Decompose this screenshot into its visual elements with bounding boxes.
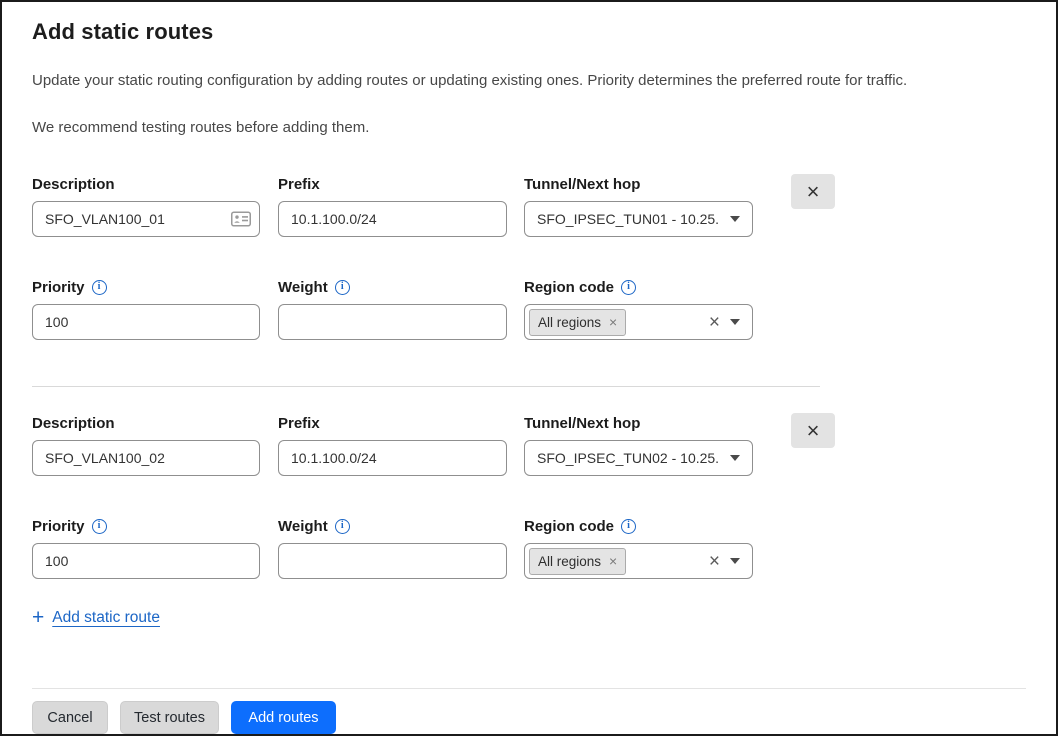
chip-close-icon[interactable]: × bbox=[609, 315, 617, 329]
cancel-button[interactable]: Cancel bbox=[32, 701, 108, 734]
tunnel-field-1: Tunnel/Next hop SFO_IPSEC_TUN01 - 10.25.… bbox=[524, 174, 753, 237]
priority-input[interactable] bbox=[32, 543, 260, 579]
info-icon[interactable]: i bbox=[621, 519, 636, 534]
info-icon[interactable]: i bbox=[335, 519, 350, 534]
weight-field-2: Weight i bbox=[278, 516, 507, 579]
region-label: Region code bbox=[524, 518, 614, 535]
priority-field-1: Priority i bbox=[32, 277, 260, 340]
weight-input[interactable] bbox=[278, 304, 507, 340]
contact-card-icon bbox=[231, 212, 251, 227]
tunnel-field-2: Tunnel/Next hop SFO_IPSEC_TUN02 - 10.25.… bbox=[524, 413, 753, 476]
add-routes-button[interactable]: Add routes bbox=[231, 701, 336, 734]
prefix-input[interactable] bbox=[278, 201, 507, 237]
priority-input[interactable] bbox=[32, 304, 260, 340]
priority-label: Priority bbox=[32, 279, 85, 296]
clear-selection-icon[interactable]: × bbox=[709, 552, 720, 571]
route-divider bbox=[32, 386, 820, 387]
region-field-2: Region code i All regions × × bbox=[524, 516, 753, 579]
tunnel-select[interactable]: SFO_IPSEC_TUN02 - 10.25... bbox=[524, 440, 753, 476]
info-icon[interactable]: i bbox=[92, 280, 107, 295]
page-title: Add static routes bbox=[32, 18, 1026, 46]
info-icon[interactable]: i bbox=[92, 519, 107, 534]
region-select[interactable]: All regions × × bbox=[524, 304, 753, 340]
clear-selection-icon[interactable]: × bbox=[709, 313, 720, 332]
tunnel-label: Tunnel/Next hop bbox=[524, 174, 753, 194]
info-icon[interactable]: i bbox=[621, 280, 636, 295]
description-input[interactable] bbox=[32, 201, 260, 237]
chevron-down-icon bbox=[730, 558, 740, 564]
region-field-1: Region code i All regions × × bbox=[524, 277, 753, 340]
region-select[interactable]: All regions × × bbox=[524, 543, 753, 579]
description-label: Description bbox=[32, 413, 260, 433]
prefix-label: Prefix bbox=[278, 174, 507, 194]
dialog-footer: Cancel Test routes Add routes bbox=[2, 688, 1056, 734]
tunnel-label: Tunnel/Next hop bbox=[524, 413, 753, 433]
remove-route-button[interactable]: × bbox=[791, 413, 835, 448]
route-row-1: Description bbox=[32, 174, 1026, 340]
priority-field-2: Priority i bbox=[32, 516, 260, 579]
plus-icon: + bbox=[32, 607, 44, 628]
description-label: Description bbox=[32, 174, 260, 194]
add-static-routes-dialog: Add static routes Update your static rou… bbox=[0, 0, 1058, 736]
weight-label: Weight bbox=[278, 279, 328, 296]
chevron-down-icon bbox=[730, 216, 740, 222]
note-text: We recommend testing routes before addin… bbox=[32, 117, 1026, 138]
close-icon: × bbox=[807, 420, 820, 442]
test-routes-button[interactable]: Test routes bbox=[120, 701, 219, 734]
close-icon: × bbox=[807, 181, 820, 203]
region-chip: All regions × bbox=[529, 309, 626, 336]
intro-text: Update your static routing configuration… bbox=[32, 70, 1026, 91]
tunnel-selected-value: SFO_IPSEC_TUN02 - 10.25... bbox=[537, 450, 720, 466]
region-chip-label: All regions bbox=[538, 315, 601, 330]
info-icon[interactable]: i bbox=[335, 280, 350, 295]
chevron-down-icon bbox=[730, 455, 740, 461]
chevron-down-icon bbox=[730, 319, 740, 325]
region-chip-label: All regions bbox=[538, 554, 601, 569]
region-label: Region code bbox=[524, 279, 614, 296]
prefix-input[interactable] bbox=[278, 440, 507, 476]
prefix-field-2: Prefix bbox=[278, 413, 507, 476]
chip-close-icon[interactable]: × bbox=[609, 554, 617, 568]
add-static-route-link[interactable]: Add static route bbox=[52, 609, 160, 627]
description-field-2: Description bbox=[32, 413, 260, 476]
tunnel-selected-value: SFO_IPSEC_TUN01 - 10.25... bbox=[537, 211, 720, 227]
weight-field-1: Weight i bbox=[278, 277, 507, 340]
weight-label: Weight bbox=[278, 518, 328, 535]
weight-input[interactable] bbox=[278, 543, 507, 579]
dialog-content: Add static routes Update your static rou… bbox=[2, 2, 1056, 688]
prefix-label: Prefix bbox=[278, 413, 507, 433]
tunnel-select[interactable]: SFO_IPSEC_TUN01 - 10.25... bbox=[524, 201, 753, 237]
description-input[interactable] bbox=[32, 440, 260, 476]
remove-route-button[interactable]: × bbox=[791, 174, 835, 209]
description-field-1: Description bbox=[32, 174, 260, 237]
prefix-field-1: Prefix bbox=[278, 174, 507, 237]
region-chip: All regions × bbox=[529, 548, 626, 575]
route-row-2: Description Prefix Tunnel/Next hop SFO_I… bbox=[32, 413, 1026, 579]
priority-label: Priority bbox=[32, 518, 85, 535]
